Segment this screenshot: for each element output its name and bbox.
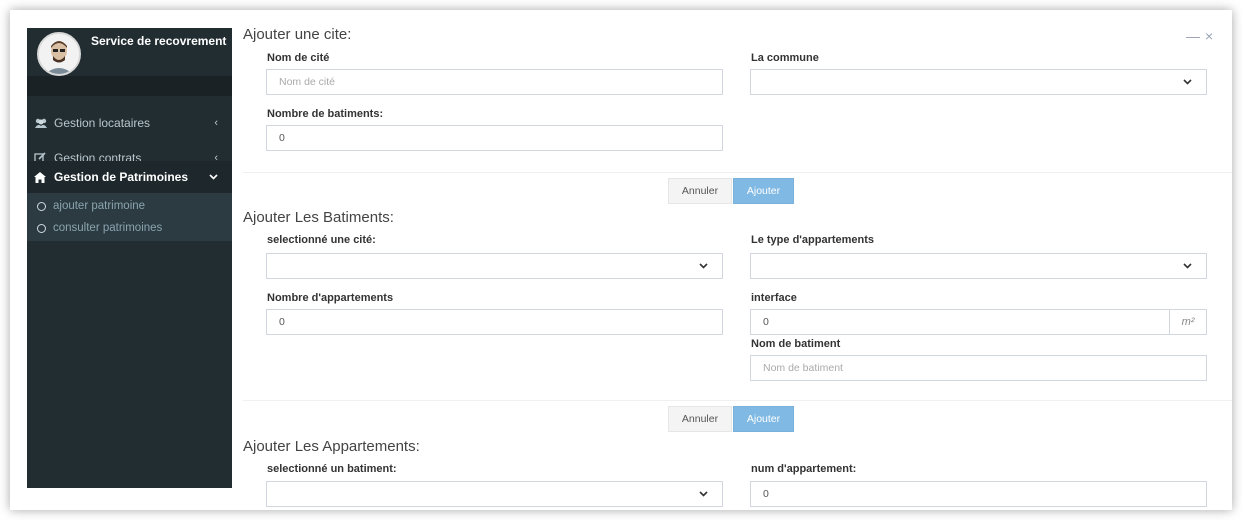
app-window: Service de recovrement Gestion locataire… <box>10 10 1232 510</box>
chevron-down-icon <box>1183 263 1192 269</box>
users-icon <box>34 118 48 129</box>
chevron-down-icon <box>209 171 218 183</box>
sidebar-header-bar <box>27 76 232 96</box>
submenu-item-label: consulter patrimoines <box>53 222 163 234</box>
chevron-down-icon <box>1183 79 1192 85</box>
submenu-item-label: ajouter patrimoine <box>53 200 146 212</box>
nom-batiment-label: Nom de batiment <box>751 338 841 350</box>
select-cite-label: selectionné une cité: <box>267 234 376 246</box>
cancel-button[interactable]: Annuler <box>668 406 732 432</box>
interface-label: interface <box>751 292 797 304</box>
nb-batiments-input[interactable]: 0 <box>266 125 723 151</box>
home-icon <box>34 171 48 183</box>
num-appartement-input[interactable]: 0 <box>750 481 1207 507</box>
nb-appartements-input[interactable]: 0 <box>266 309 723 335</box>
sidebar-brand: Service de recovrement <box>27 28 232 76</box>
main-content: — × Ajouter une cite: Nom de cité Nom de… <box>232 10 1232 510</box>
sidebar-submenu: ajouter patrimoine consulter patrimoines <box>27 193 232 241</box>
minimize-icon[interactable]: — <box>1186 28 1200 44</box>
submenu-item-ajouter-patrimoine[interactable]: ajouter patrimoine <box>27 195 232 217</box>
unit-addon: m² <box>1170 309 1207 335</box>
circle-icon <box>37 223 46 233</box>
sidebar-item-label: Gestion de Patrimoines <box>54 170 189 184</box>
avatar <box>37 32 81 76</box>
app-title: Service de recovrement <box>91 34 227 48</box>
commune-label: La commune <box>751 52 819 64</box>
nom-cite-input[interactable]: Nom de cité <box>266 69 723 95</box>
divider <box>243 400 1232 401</box>
commune-select[interactable] <box>750 69 1207 95</box>
section-title-appartements: Ajouter Les Appartements: <box>243 438 420 455</box>
num-appartement-label: num d'appartement: <box>751 463 857 475</box>
interface-input[interactable]: 0 <box>750 309 1170 335</box>
chevron-down-icon <box>699 263 708 269</box>
type-appartements-select[interactable] <box>750 253 1207 279</box>
sidebar-item-gestion-locataires[interactable]: Gestion locataires ‹ <box>27 107 232 139</box>
nb-appartements-label: Nombre d'appartements <box>267 292 394 304</box>
select-cite[interactable] <box>266 253 723 279</box>
type-appartements-label: Le type d'appartements <box>751 234 875 246</box>
section-title-cite: Ajouter une cite: <box>243 26 352 43</box>
circle-icon <box>37 201 46 211</box>
nom-cite-label: Nom de cité <box>267 52 330 64</box>
select-batiment-label: selectionné un batiment: <box>267 463 397 475</box>
submenu-item-consulter-patrimoines[interactable]: consulter patrimoines <box>27 217 232 239</box>
add-cite-button[interactable]: Ajouter <box>733 178 794 204</box>
section-title-batiments: Ajouter Les Batiments: <box>243 209 394 226</box>
sidebar-item-gestion-patrimoines[interactable]: Gestion de Patrimoines <box>27 161 232 193</box>
add-batiment-button[interactable]: Ajouter <box>733 406 794 432</box>
select-batiment[interactable] <box>266 481 723 507</box>
nb-batiments-label: Nombre de batiments: <box>267 108 384 120</box>
cancel-button[interactable]: Annuler <box>668 178 732 204</box>
chevron-down-icon <box>699 491 708 497</box>
nom-batiment-input[interactable]: Nom de batiment <box>750 355 1207 381</box>
close-icon[interactable]: × <box>1205 28 1213 44</box>
divider <box>243 172 1232 173</box>
sidebar-item-label: Gestion locataires <box>54 116 151 130</box>
chevron-left-icon: ‹ <box>214 117 218 129</box>
sidebar: Service de recovrement Gestion locataire… <box>27 28 232 488</box>
